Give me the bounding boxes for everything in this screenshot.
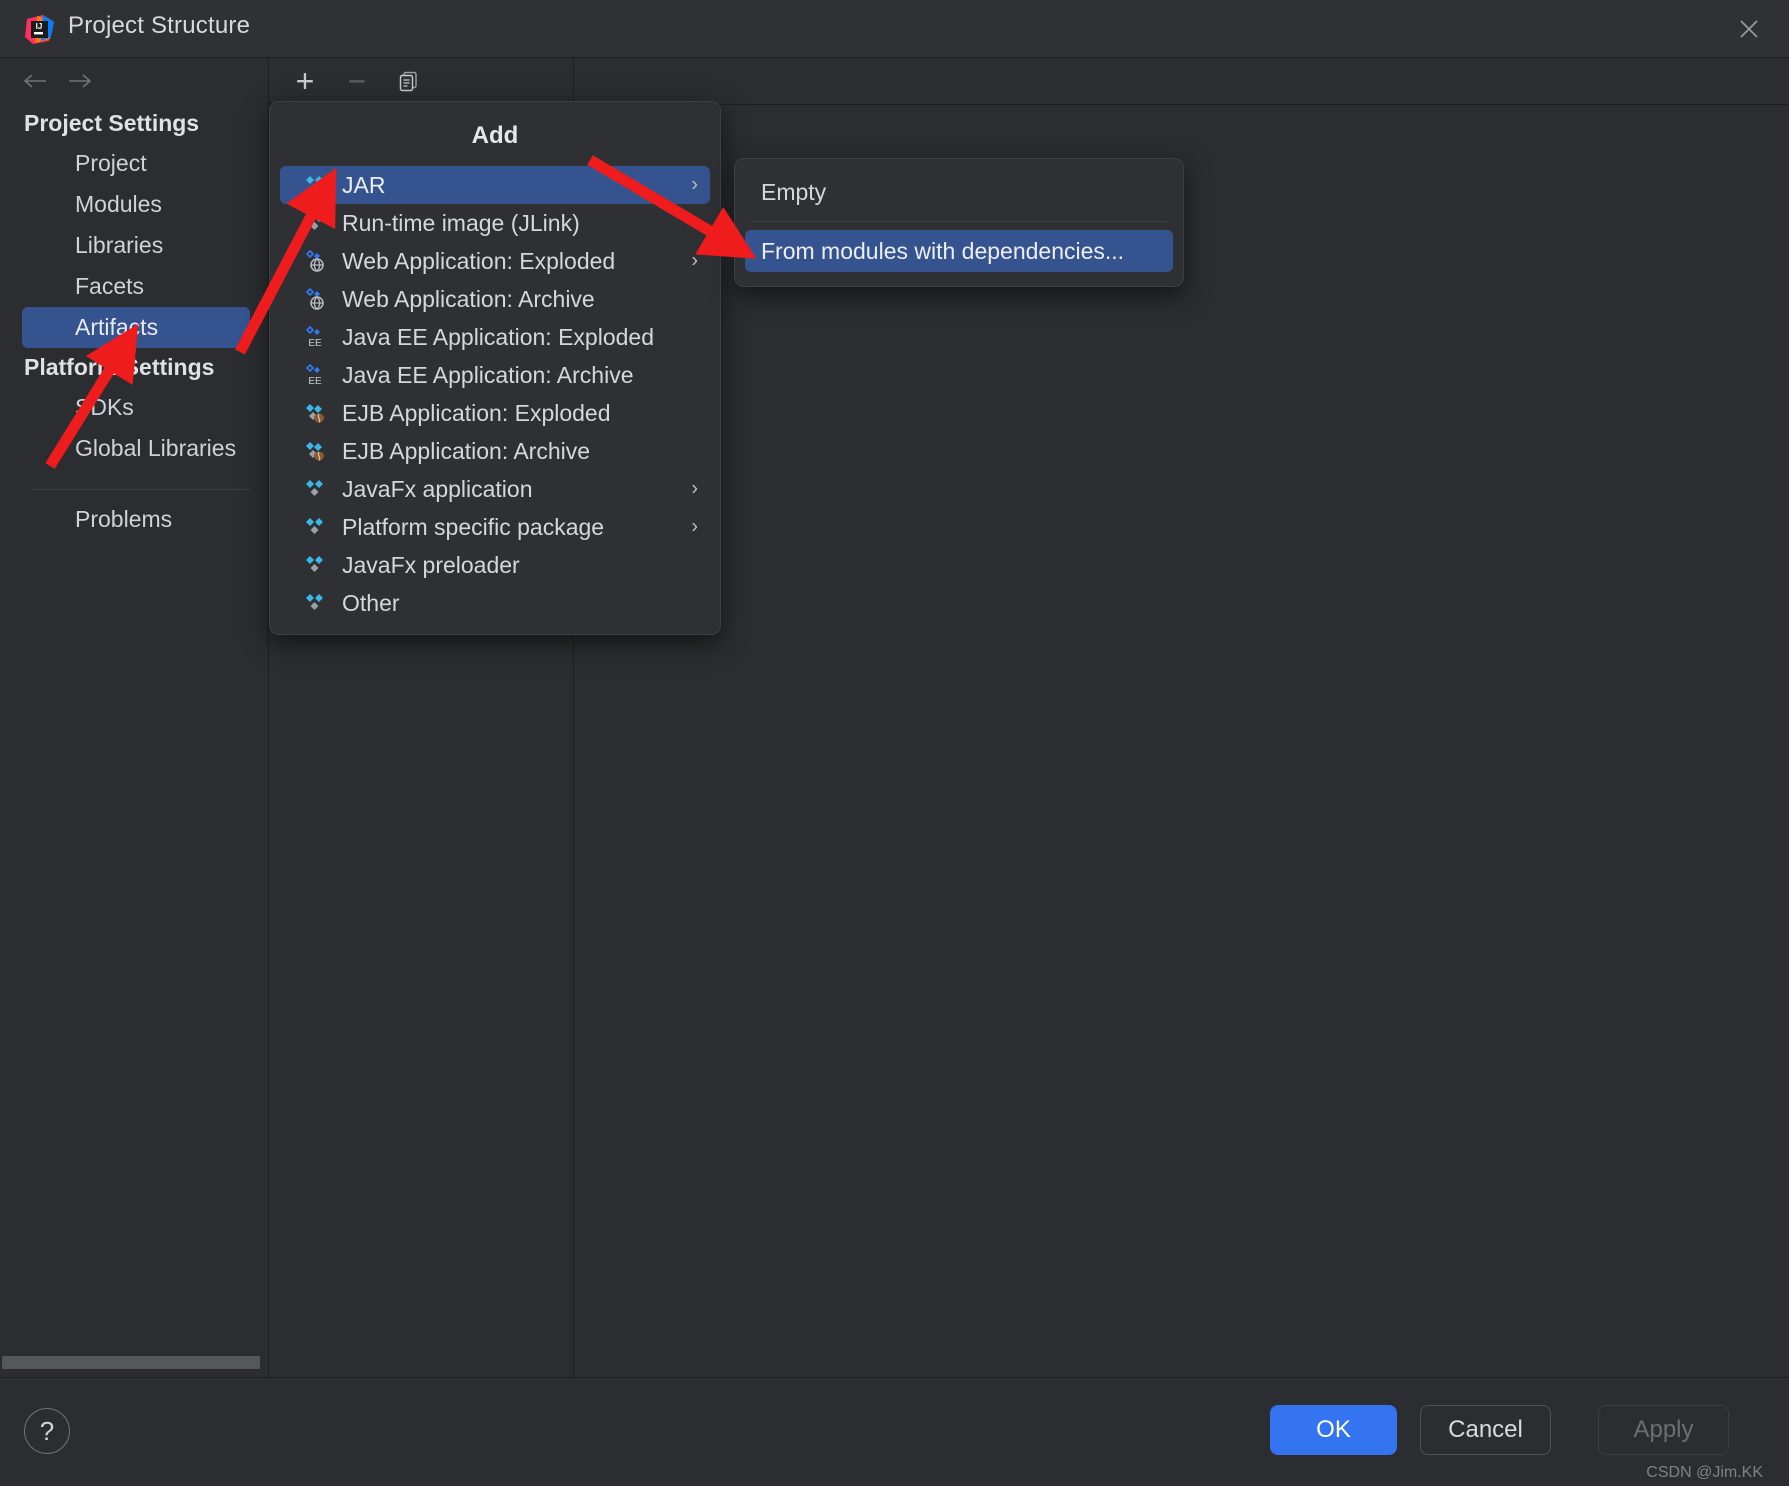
add-artifact-menu: Add JAR › Run-time image (JLink) Web App… <box>269 101 721 635</box>
artifact-ejb-icon <box>302 438 328 464</box>
close-icon[interactable] <box>1729 10 1769 48</box>
menu-item-web-application-archive[interactable]: Web Application: Archive <box>270 280 720 318</box>
artifact-platform-icon <box>302 514 328 540</box>
help-button[interactable]: ? <box>24 1408 70 1454</box>
artifact-javaee-icon: EE <box>302 324 328 350</box>
menu-item-javafx-application[interactable]: JavaFx application › <box>270 470 720 508</box>
artifact-jlink-icon <box>302 210 328 236</box>
menu-item-label: EJB Application: Exploded <box>342 399 611 426</box>
chevron-right-icon: › <box>691 173 698 196</box>
navigation-bar <box>0 58 268 104</box>
artifact-javafx-icon <box>302 552 328 578</box>
menu-item-label: Java EE Application: Archive <box>342 361 634 388</box>
artifact-javafx-icon <box>302 476 328 502</box>
submenu-separator <box>751 221 1167 222</box>
sidebar-item-facets[interactable]: Facets <box>0 266 268 307</box>
plus-icon[interactable]: + <box>288 65 322 97</box>
apply-button: Apply <box>1598 1405 1729 1455</box>
menu-item-label: JAR <box>342 171 386 198</box>
copy-icon[interactable] <box>392 65 426 97</box>
sidebar-horizontal-scrollbar[interactable] <box>2 1356 260 1369</box>
chevron-right-icon: › <box>691 515 698 538</box>
sidebar-item-project[interactable]: Project <box>0 143 268 184</box>
menu-item-label: Other <box>342 589 400 616</box>
menu-item-label: Web Application: Exploded <box>342 247 616 274</box>
artifact-other-icon <box>302 590 328 616</box>
menu-item-label: Run-time image (JLink) <box>342 209 580 236</box>
arrow-left-icon[interactable] <box>18 66 52 96</box>
sidebar-item-problems[interactable]: Problems <box>0 490 268 533</box>
arrow-right-icon[interactable] <box>63 66 97 96</box>
menu-item-label: Web Application: Archive <box>342 285 595 312</box>
intellij-idea-logo-icon: IJ <box>23 13 55 45</box>
sidebar-group-project-settings: Project Settings <box>24 110 200 136</box>
artifact-jar-icon <box>302 172 328 198</box>
artifacts-toolbar: + − <box>269 58 573 104</box>
menu-item-label: JavaFx preloader <box>342 551 520 578</box>
menu-item-label: EJB Application: Archive <box>342 437 591 464</box>
svg-text:EE: EE <box>308 338 322 349</box>
menu-item-platform-specific-package[interactable]: Platform specific package › <box>270 508 720 546</box>
submenu-item-empty[interactable]: Empty <box>735 171 1183 213</box>
menu-item-jar[interactable]: JAR › <box>280 166 710 204</box>
window-title: Project Structure <box>68 12 251 39</box>
menu-item-ejb-application-archive[interactable]: EJB Application: Archive <box>270 432 720 470</box>
menu-item-java-ee-application-exploded[interactable]: EE Java EE Application: Exploded <box>270 318 720 356</box>
svg-text:IJ: IJ <box>36 22 43 31</box>
add-menu-title: Add <box>471 122 519 149</box>
menu-item-javafx-preloader[interactable]: JavaFx preloader <box>270 546 720 584</box>
settings-sidebar: Project Settings Project Modules Librari… <box>0 104 268 1377</box>
svg-text:EE: EE <box>308 376 322 387</box>
menu-item-runtime-image-jlink[interactable]: Run-time image (JLink) <box>270 204 720 242</box>
artifact-ejb-icon <box>302 400 328 426</box>
dialog-footer: ? OK Cancel Apply CSDN @Jim.KK <box>0 1377 1789 1486</box>
menu-item-other[interactable]: Other <box>270 584 720 622</box>
chevron-right-icon: › <box>691 477 698 500</box>
artifact-web-icon <box>302 286 328 312</box>
menu-item-web-application-exploded[interactable]: Web Application: Exploded › <box>270 242 720 280</box>
sidebar-item-global-libraries[interactable]: Global Libraries <box>0 428 268 469</box>
menu-item-label: Java EE Application: Exploded <box>342 323 654 350</box>
sidebar-item-modules[interactable]: Modules <box>0 184 268 225</box>
jar-submenu: Empty From modules with dependencies... <box>734 158 1184 287</box>
sidebar-item-artifacts[interactable]: Artifacts <box>22 307 250 348</box>
menu-item-label: Platform specific package <box>342 513 605 540</box>
sidebar-item-sdks[interactable]: SDKs <box>0 387 268 428</box>
menu-item-java-ee-application-archive[interactable]: EE Java EE Application: Archive <box>270 356 720 394</box>
artifact-javaee-icon: EE <box>302 362 328 388</box>
sidebar-group-platform-settings: Platform Settings <box>24 354 215 380</box>
title-bar: IJ Project Structure <box>0 0 1789 58</box>
menu-item-label: JavaFx application <box>342 475 533 502</box>
watermark: CSDN @Jim.KK <box>1646 1464 1763 1481</box>
minus-icon[interactable]: − <box>340 65 374 97</box>
submenu-item-from-modules-with-dependencies[interactable]: From modules with dependencies... <box>745 230 1173 272</box>
sidebar-item-libraries[interactable]: Libraries <box>0 225 268 266</box>
ok-button[interactable]: OK <box>1270 1405 1397 1455</box>
chevron-right-icon: › <box>691 249 698 272</box>
menu-item-ejb-application-exploded[interactable]: EJB Application: Exploded <box>270 394 720 432</box>
artifact-web-icon <box>302 248 328 274</box>
project-structure-dialog: IJ Project Structure + − Project Setting… <box>0 0 1789 1486</box>
cancel-button[interactable]: Cancel <box>1420 1405 1551 1455</box>
